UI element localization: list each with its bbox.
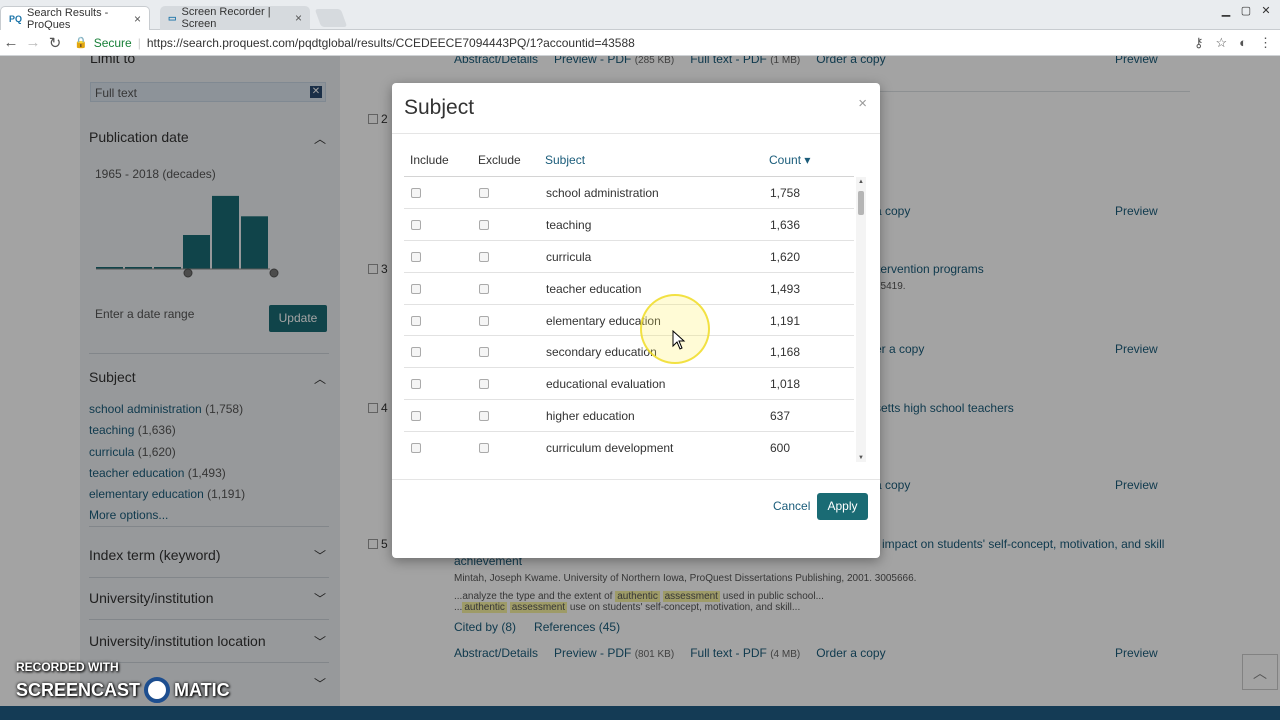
table-row: curricula 1,620 [404,241,854,273]
subject-count: 1,758 [770,186,801,200]
maximize-icon[interactable]: ▢ [1238,4,1254,17]
extension-icon[interactable]: ◐ [1239,35,1247,51]
include-checkbox[interactable] [411,219,421,230]
exclude-checkbox[interactable] [479,315,489,326]
tab-screen-recorder[interactable]: ▭ Screen Recorder | Screen × [160,6,310,30]
exclude-checkbox[interactable] [479,283,489,294]
subject-count: 1,168 [770,345,801,360]
url-divider: | [137,35,141,50]
subject-column-header[interactable]: Subject [545,153,585,167]
subject-name: school administration [546,186,659,200]
new-tab-button[interactable] [314,9,348,27]
include-checkbox[interactable] [411,283,421,294]
secure-label: Secure [93,35,132,50]
page-favicon-icon: ▭ [168,12,177,23]
exclude-checkbox[interactable] [479,411,489,422]
exclude-checkbox[interactable] [479,379,489,390]
watermark-line1: RECORDED WITH [16,660,119,674]
subject-name: teacher education [546,281,642,296]
subject-count: 1,493 [770,281,801,296]
screencast-watermark: RECORDED WITH SCREENCAST MATIC [16,660,230,703]
menu-icon[interactable]: ⋮ [1259,35,1272,51]
include-checkbox[interactable] [411,251,421,262]
include-checkbox[interactable] [411,315,421,326]
include-checkbox[interactable] [411,443,421,454]
watermark-brand: MATIC [174,679,230,700]
tab-search-results[interactable]: PQ Search Results - ProQues × [0,6,150,31]
subject-name: teaching [546,217,592,232]
subject-count: 1,620 [770,249,801,264]
table-row: higher education 637 [404,400,854,433]
apply-button[interactable]: Apply [817,493,868,520]
tab-title: Screen Recorder | Screen [181,6,271,30]
include-checkbox[interactable] [411,411,421,422]
subject-name: higher education [546,409,635,424]
watermark-brand: SCREENCAST [16,679,141,700]
table-row: educational evaluation 1,018 [404,368,854,401]
back-icon[interactable]: ← [0,34,22,51]
watermark-line2: SCREENCAST MATIC [16,677,230,703]
scrollbar-thumb[interactable] [858,191,864,215]
table-row: teaching 1,636 [404,209,854,241]
close-tab-icon[interactable]: × [134,12,141,26]
modal-title: Subject [404,96,475,119]
proquest-favicon-icon: PQ [9,13,23,24]
include-checkbox[interactable] [411,347,421,358]
close-tab-icon[interactable]: × [295,11,302,25]
modal-divider [392,133,880,134]
mouse-cursor-icon [672,330,686,350]
address-bar: ← → ↻ 🔒 Secure | https://search.proquest… [0,30,1280,56]
close-icon[interactable]: × [858,95,867,112]
cancel-button[interactable]: Cancel [773,499,810,513]
tab-title: Search Results - ProQues [27,6,109,31]
window-controls: ▁ ▢ ✕ [1218,4,1274,17]
subject-count: 1,191 [770,313,801,328]
browser-tab-bar: PQ Search Results - ProQues × ▭ Screen R… [0,0,1280,31]
table-row: elementary education 1,191 [404,305,854,337]
include-checkbox[interactable] [411,379,421,390]
subject-count: 1,636 [770,217,801,232]
star-icon[interactable]: ☆ [1215,35,1227,51]
subject-name: curriculum development [546,441,674,456]
subject-table: school administration 1,758 teaching 1,636… [404,177,854,462]
reload-icon[interactable]: ↻ [44,34,66,52]
exclude-checkbox[interactable] [479,347,489,358]
subject-name: curricula [546,249,592,264]
scroll-down-icon[interactable]: ▼ [858,455,864,461]
taskbar [0,706,1280,720]
exclude-checkbox[interactable] [479,251,489,262]
table-scrollbar[interactable]: ▲ ▼ [856,177,866,462]
lock-icon: 🔒 [74,37,88,49]
url-field[interactable]: 🔒 Secure | https://search.proquest.com/p… [74,36,635,50]
include-header: Include [410,153,449,167]
exclude-checkbox[interactable] [479,188,489,198]
subject-name: secondary education [546,345,657,360]
forward-icon[interactable]: → [22,34,44,51]
key-icon[interactable]: ⚷ [1194,35,1204,51]
table-row: teacher education 1,493 [404,273,854,305]
close-window-icon[interactable]: ✕ [1258,4,1274,17]
subject-count: 637 [770,409,791,424]
toolbar-icons: ⚷ ☆ ◐ ⋮ [1194,35,1272,51]
record-icon [144,677,171,703]
include-checkbox[interactable] [411,188,421,198]
table-row: secondary education 1,168 [404,336,854,369]
subject-modal: Subject × Include Exclude Subject Count … [392,83,880,558]
cursor-highlight [640,294,710,364]
count-column-header[interactable]: Count ▾ [769,153,810,167]
exclude-checkbox[interactable] [479,219,489,230]
exclude-header: Exclude [478,153,521,167]
url-text: https://search.proquest.com/pqdtglobal/r… [146,35,635,50]
minimize-icon[interactable]: ▁ [1218,4,1234,17]
subject-count: 600 [770,441,791,456]
exclude-checkbox[interactable] [479,443,489,454]
scroll-up-icon[interactable]: ▲ [858,179,864,185]
subject-count: 1,018 [770,377,801,392]
table-row: school administration 1,758 [404,177,854,209]
subject-name: educational evaluation [546,377,666,392]
table-row: curriculum development 600 [404,432,854,462]
modal-divider [392,479,880,480]
